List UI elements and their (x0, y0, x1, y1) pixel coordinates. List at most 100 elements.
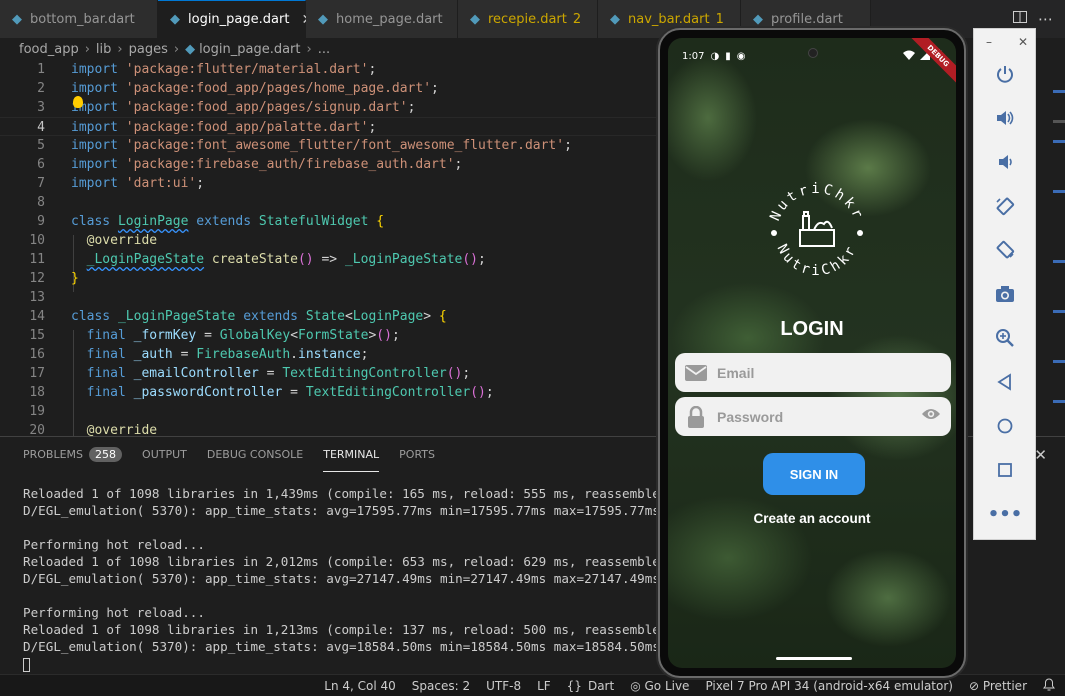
lightbulb-icon[interactable] (73, 96, 83, 108)
code-line[interactable]: 15 final _formKey = GlobalKey<FormState>… (0, 326, 660, 345)
terminal-line: D/EGL_emulation( 5370): app_time_stats: … (23, 571, 663, 586)
dart-file-icon: ◆ (170, 12, 180, 27)
panel-tab-debug-console[interactable]: DEBUG CONSOLE (207, 437, 303, 472)
code-line[interactable]: 17 final _emailController = TextEditingC… (0, 364, 660, 383)
overview-icon[interactable] (993, 458, 1017, 482)
phone-time: 1:07 (682, 50, 705, 62)
encoding[interactable]: UTF-8 (486, 679, 521, 693)
chevron-right-icon: › (84, 41, 90, 57)
terminal-line: D/EGL_emulation( 5370): app_time_stats: … (23, 639, 663, 654)
line-number: 20 (29, 423, 45, 436)
breadcrumb-file[interactable]: login_page.dart (199, 42, 300, 57)
code-token: ; (478, 252, 486, 267)
tab-label: home_page.dart (336, 11, 443, 27)
dart-file-icon: ◆ (753, 11, 763, 27)
notifications-bell-icon[interactable] (1043, 677, 1055, 694)
breadcrumb-pages[interactable]: pages (129, 42, 168, 57)
code-line[interactable]: 18 final _passwordController = TextEditi… (0, 383, 660, 402)
camera-icon[interactable] (993, 282, 1017, 306)
panel-tab-label: PROBLEMS (23, 448, 84, 461)
home-gesture-bar[interactable] (776, 657, 852, 660)
more-actions-icon[interactable]: ⋯ (1038, 10, 1053, 28)
close-icon[interactable]: ✕ (1034, 446, 1047, 464)
code-token: StatefulWidget (258, 214, 369, 229)
code-line[interactable]: 8 (0, 193, 660, 212)
eye-icon[interactable] (921, 407, 941, 426)
code-line[interactable]: 4 import 'package:food_app/palatte.dart'; (0, 117, 660, 136)
terminal-output[interactable]: Reloaded 1 of 1098 libraries in 1,439ms … (23, 485, 663, 672)
breadcrumb-lib[interactable]: lib (96, 42, 111, 57)
line-number: 10 (29, 233, 45, 248)
go-live-button[interactable]: ◎ Go Live (630, 679, 689, 693)
code-line[interactable]: 11 _LoginPageState createState() => _Log… (0, 250, 660, 269)
close-icon[interactable]: ✕ (1018, 35, 1028, 49)
end-of-line[interactable]: LF (537, 679, 551, 693)
code-line[interactable]: 10 @override (0, 231, 660, 250)
code-line[interactable]: 6 import 'package:firebase_auth/firebase_… (0, 155, 660, 174)
panel-tab-ports[interactable]: PORTS (399, 437, 435, 472)
power-icon[interactable] (993, 62, 1017, 86)
breadcrumb-root[interactable]: food_app (19, 42, 79, 57)
panel-tab-terminal[interactable]: TERMINAL (323, 437, 380, 472)
home-icon[interactable] (993, 414, 1017, 438)
chevron-right-icon: › (173, 41, 180, 57)
panel-tab-problems[interactable]: PROBLEMS 258 (23, 437, 123, 472)
code-line[interactable]: 5 import 'package:font_awesome_flutter/fo… (0, 136, 660, 155)
rotate-left-icon[interactable] (993, 194, 1017, 218)
back-icon[interactable] (993, 370, 1017, 394)
code-line[interactable]: 13 (0, 288, 660, 307)
code-token: 'package:firebase_auth/firebase_auth.dar… (125, 157, 455, 172)
breadcrumb-more[interactable]: ... (318, 42, 330, 57)
minimize-icon[interactable]: – (986, 35, 992, 49)
code-token: import (71, 81, 126, 96)
code-line[interactable]: 1 import 'package:flutter/material.dart'; (0, 60, 660, 79)
split-editor-icon[interactable] (1012, 9, 1028, 29)
volume-down-icon[interactable] (993, 150, 1017, 174)
code-token: ; (391, 328, 400, 343)
prettier-button[interactable]: ⊘ Prettier (969, 679, 1027, 693)
shield-icon: ◑ (710, 50, 720, 62)
code-line[interactable]: 20 @override (0, 421, 660, 436)
tab-home-page-dart[interactable]: ◆ home_page.dart (306, 0, 458, 38)
code-line[interactable]: 12} (0, 269, 660, 288)
code-line[interactable]: 16 final _auth = FirebaseAuth.instance; (0, 345, 660, 364)
language-mode[interactable]: {} Dart (567, 679, 615, 693)
line-number: 9 (37, 214, 45, 229)
tab-bottom-bar-dart[interactable]: ◆ bottom_bar.dart (0, 0, 158, 38)
panel-tab-output[interactable]: OUTPUT (142, 437, 187, 472)
code-token: 'package:font_awesome_flutter/font_aweso… (125, 138, 565, 153)
code-token: ; (454, 157, 463, 172)
code-line[interactable]: 19 (0, 402, 660, 421)
code-line[interactable]: 7 import 'dart:ui'; (0, 174, 660, 193)
code-text: import 'package:font_awesome_flutter/fon… (71, 136, 572, 155)
tab-login-page-dart[interactable]: ◆login_page.dart✕ (158, 0, 313, 38)
more-options-icon[interactable]: ••• (988, 502, 1023, 526)
code-token: FormState (298, 328, 369, 343)
minimap[interactable] (1050, 60, 1065, 436)
code-editor[interactable]: 1 import 'package:flutter/material.dart';… (0, 60, 660, 436)
code-token: ; (431, 81, 439, 96)
code-line[interactable]: 14 class _LoginPageState extends State<Lo… (0, 307, 660, 326)
rotate-right-icon[interactable] (993, 238, 1017, 262)
password-field[interactable]: Password (675, 397, 951, 436)
code-line[interactable]: 2 import 'package:food_app/pages/home_pag… (0, 79, 660, 98)
panel-tab-bar: PROBLEMS 258 OUTPUT DEBUG CONSOLE TERMINAL PO… (23, 437, 435, 472)
indentation[interactable]: Spaces: 2 (412, 679, 470, 693)
code-token: ; (485, 385, 494, 400)
cursor-position[interactable]: Ln 4, Col 40 (324, 679, 396, 693)
volume-up-icon[interactable] (993, 106, 1017, 130)
create-account-link[interactable]: Create an account (668, 511, 956, 526)
panel-tab-label: DEBUG CONSOLE (206, 448, 304, 461)
tab-recepie-dart[interactable]: ◆ recepie.dart 2 (458, 0, 598, 38)
zoom-in-icon[interactable] (993, 326, 1017, 350)
sign-in-button[interactable]: SIGN IN (763, 453, 865, 495)
terminal-prompt[interactable] (23, 655, 663, 672)
code-line[interactable]: 9 class LoginPage extends StatefulWidget … (0, 212, 660, 231)
email-field[interactable]: Email (675, 353, 951, 392)
code-line[interactable]: 3 import 'package:food_app/pages/signup.d… (0, 98, 660, 117)
device-selector[interactable]: Pixel 7 Pro API 34 (android-x64 emulator… (705, 679, 953, 693)
line-number: 8 (37, 195, 45, 210)
code-text: import 'package:flutter/material.dart'; (71, 60, 376, 79)
line-number: 4 (37, 120, 45, 135)
